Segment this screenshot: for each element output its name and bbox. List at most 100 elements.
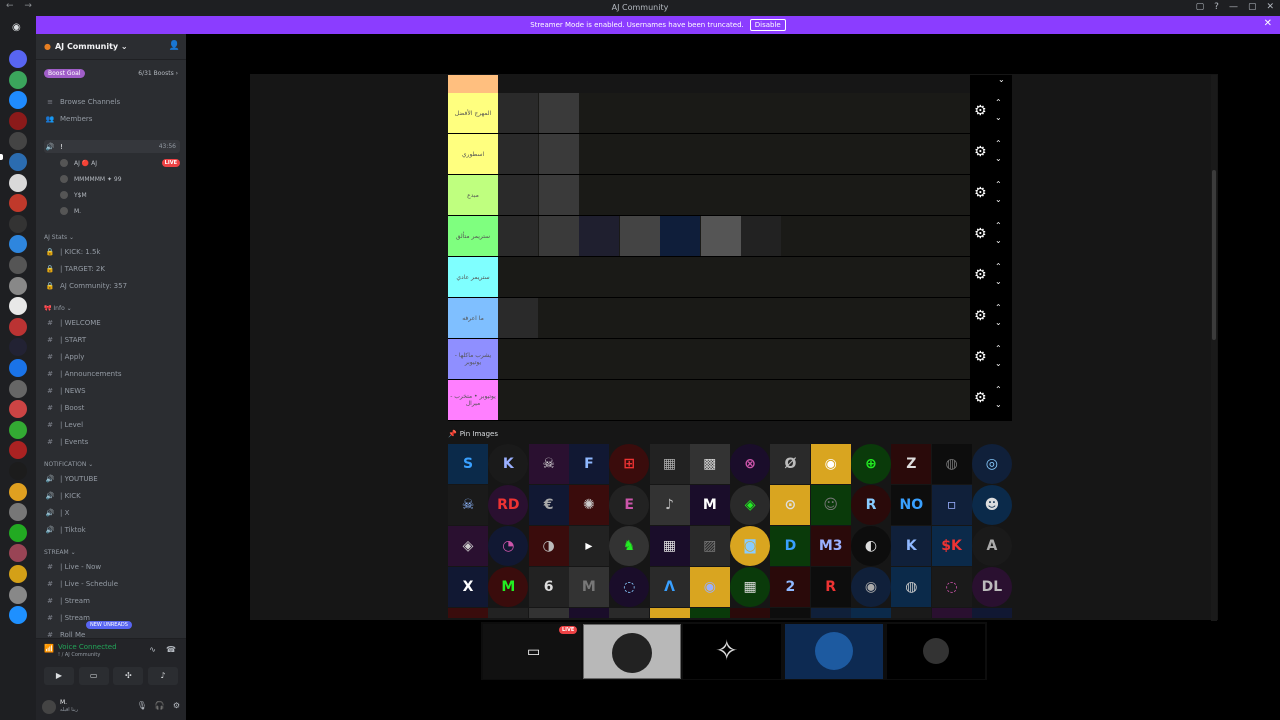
avatar[interactable] — [42, 700, 56, 714]
server-icon[interactable] — [9, 523, 27, 542]
pin-image[interactable]: ▦ — [649, 444, 690, 484]
pin-image-partial[interactable] — [488, 608, 529, 618]
server-icon[interactable] — [9, 173, 27, 192]
server-icon[interactable] — [9, 420, 27, 439]
pin-image-partial[interactable] — [609, 608, 650, 618]
gear-icon[interactable]: ⚙ — [974, 227, 987, 241]
voice-user[interactable]: AJ 🔴 AJ LIVE — [60, 157, 180, 169]
scrollbar-track[interactable] — [1211, 75, 1217, 621]
channel-item[interactable]: # | Stream — [44, 594, 180, 607]
gear-icon[interactable]: ⚙ — [974, 309, 987, 323]
pin-image[interactable]: NO — [891, 485, 932, 525]
move-down-icon[interactable]: ⌄ — [995, 318, 1002, 327]
gear-icon[interactable]: ⚙ — [974, 268, 987, 282]
channel-item[interactable]: 🔊 | YOUTUBE — [44, 472, 180, 485]
tier-item[interactable] — [498, 298, 538, 338]
server-icon[interactable] — [9, 482, 27, 501]
pin-image[interactable]: R — [851, 485, 891, 525]
signal-icon[interactable]: 📶 — [44, 644, 54, 653]
pin-image[interactable]: M — [689, 485, 730, 525]
pin-image[interactable]: 2 — [770, 567, 811, 607]
category-stats[interactable]: AJ Stats ⌄ — [44, 234, 74, 241]
tier-item[interactable] — [741, 216, 781, 256]
stream-tile[interactable] — [785, 624, 883, 679]
pin-image[interactable]: ᐱ — [649, 567, 690, 607]
close-window-icon[interactable]: ✕ — [1266, 2, 1274, 12]
tier-label[interactable]: ما اعرفه — [448, 298, 498, 338]
tier-item[interactable] — [619, 216, 660, 256]
pin-image-partial[interactable] — [891, 608, 932, 618]
maximize-icon[interactable]: ▢ — [1248, 2, 1257, 12]
channel-item[interactable]: # | NEWS — [44, 384, 180, 397]
headphones-icon[interactable]: 🎧 — [155, 701, 165, 710]
pin-image[interactable]: F — [568, 444, 609, 484]
minimize-icon[interactable]: — — [1229, 2, 1238, 12]
server-icon[interactable] — [9, 91, 27, 110]
server-icon[interactable] — [9, 544, 27, 563]
category-notification[interactable]: NOTIFICATION ⌄ — [44, 461, 93, 468]
pin-image[interactable]: ◐ — [851, 526, 891, 566]
tier-item[interactable] — [498, 216, 538, 256]
pin-image-partial[interactable] — [568, 608, 609, 618]
pin-image-partial[interactable] — [770, 608, 811, 618]
channel-item[interactable]: # | Apply — [44, 350, 180, 363]
move-down-icon[interactable]: ⌄ — [995, 277, 1002, 286]
server-icon[interactable] — [9, 379, 27, 398]
pin-image[interactable]: 6 — [528, 567, 569, 607]
pin-image[interactable]: M — [568, 567, 609, 607]
pin-image-partial[interactable] — [689, 608, 730, 618]
pin-image[interactable]: ▦ — [649, 526, 690, 566]
pin-image[interactable]: ✺ — [568, 485, 609, 525]
tier-label[interactable]: اسطوري — [448, 134, 498, 174]
pin-image[interactable]: ⊙ — [770, 485, 811, 525]
pin-image[interactable]: X — [448, 567, 488, 607]
channel-item[interactable]: # | Live - Now — [44, 560, 180, 573]
server-icon[interactable] — [9, 153, 27, 171]
disable-streamer-button[interactable]: Disable — [749, 19, 786, 31]
server-icon[interactable] — [9, 235, 27, 254]
tier-item[interactable] — [538, 216, 579, 256]
pin-image[interactable]: Ø — [770, 444, 811, 484]
channel-item[interactable]: # | Live - Schedule — [44, 577, 180, 590]
server-icon[interactable] — [9, 338, 27, 357]
pin-image[interactable]: ☺ — [810, 485, 851, 525]
pin-image[interactable]: € — [528, 485, 569, 525]
voice-user[interactable]: M. — [60, 205, 81, 217]
pin-image[interactable]: ◉ — [851, 567, 891, 607]
pin-image[interactable]: ⊗ — [730, 444, 771, 484]
pin-image[interactable]: ◌ — [609, 567, 650, 607]
mic-icon[interactable]: 🎙 — [137, 701, 147, 710]
pin-image[interactable]: ☠ — [448, 485, 488, 525]
pin-image[interactable]: $K — [931, 526, 972, 566]
tier-label[interactable]: يوتيوبر • متخرب - ميرال — [448, 380, 498, 420]
server-header[interactable]: ● AJ Community ⌄ 👤 — [36, 34, 186, 60]
tier-item[interactable] — [498, 175, 538, 215]
members-link[interactable]: 👥 Members — [44, 112, 180, 125]
boost-goal-bar[interactable]: Boost Goal 6/31 Boosts › — [44, 68, 178, 79]
tier-item[interactable] — [538, 93, 579, 133]
pin-image-partial[interactable] — [810, 608, 851, 618]
gear-icon[interactable]: ⚙ — [974, 391, 987, 405]
pin-image[interactable]: ◈ — [730, 485, 771, 525]
server-icon[interactable] — [9, 297, 27, 316]
pin-image[interactable]: ▨ — [689, 526, 730, 566]
pin-image[interactable]: ◑ — [528, 526, 569, 566]
move-up-icon[interactable]: ⌃ — [995, 221, 1002, 230]
move-down-icon[interactable]: ⌄ — [998, 75, 1005, 84]
pin-image[interactable]: ▩ — [689, 444, 730, 484]
pin-image[interactable]: K — [891, 526, 932, 566]
stats-channel[interactable]: 🔒 | TARGET: 2K — [44, 262, 180, 275]
pin-image[interactable]: D — [770, 526, 811, 566]
pin-image[interactable]: ▦ — [730, 567, 771, 607]
close-banner-icon[interactable]: ✕ — [1264, 18, 1272, 29]
pin-image[interactable]: ◍ — [931, 444, 972, 484]
pin-image[interactable]: ☠ — [528, 444, 569, 484]
move-down-icon[interactable]: ⌄ — [995, 400, 1002, 409]
pin-image[interactable]: ▫ — [931, 485, 972, 525]
invite-people-icon[interactable]: 👤 — [169, 41, 180, 51]
tier-item[interactable] — [498, 93, 538, 133]
move-down-icon[interactable]: ⌄ — [995, 359, 1002, 368]
pin-image[interactable]: E — [609, 485, 650, 525]
move-down-icon[interactable]: ⌄ — [995, 236, 1002, 245]
pin-image[interactable]: ♞ — [609, 526, 650, 566]
